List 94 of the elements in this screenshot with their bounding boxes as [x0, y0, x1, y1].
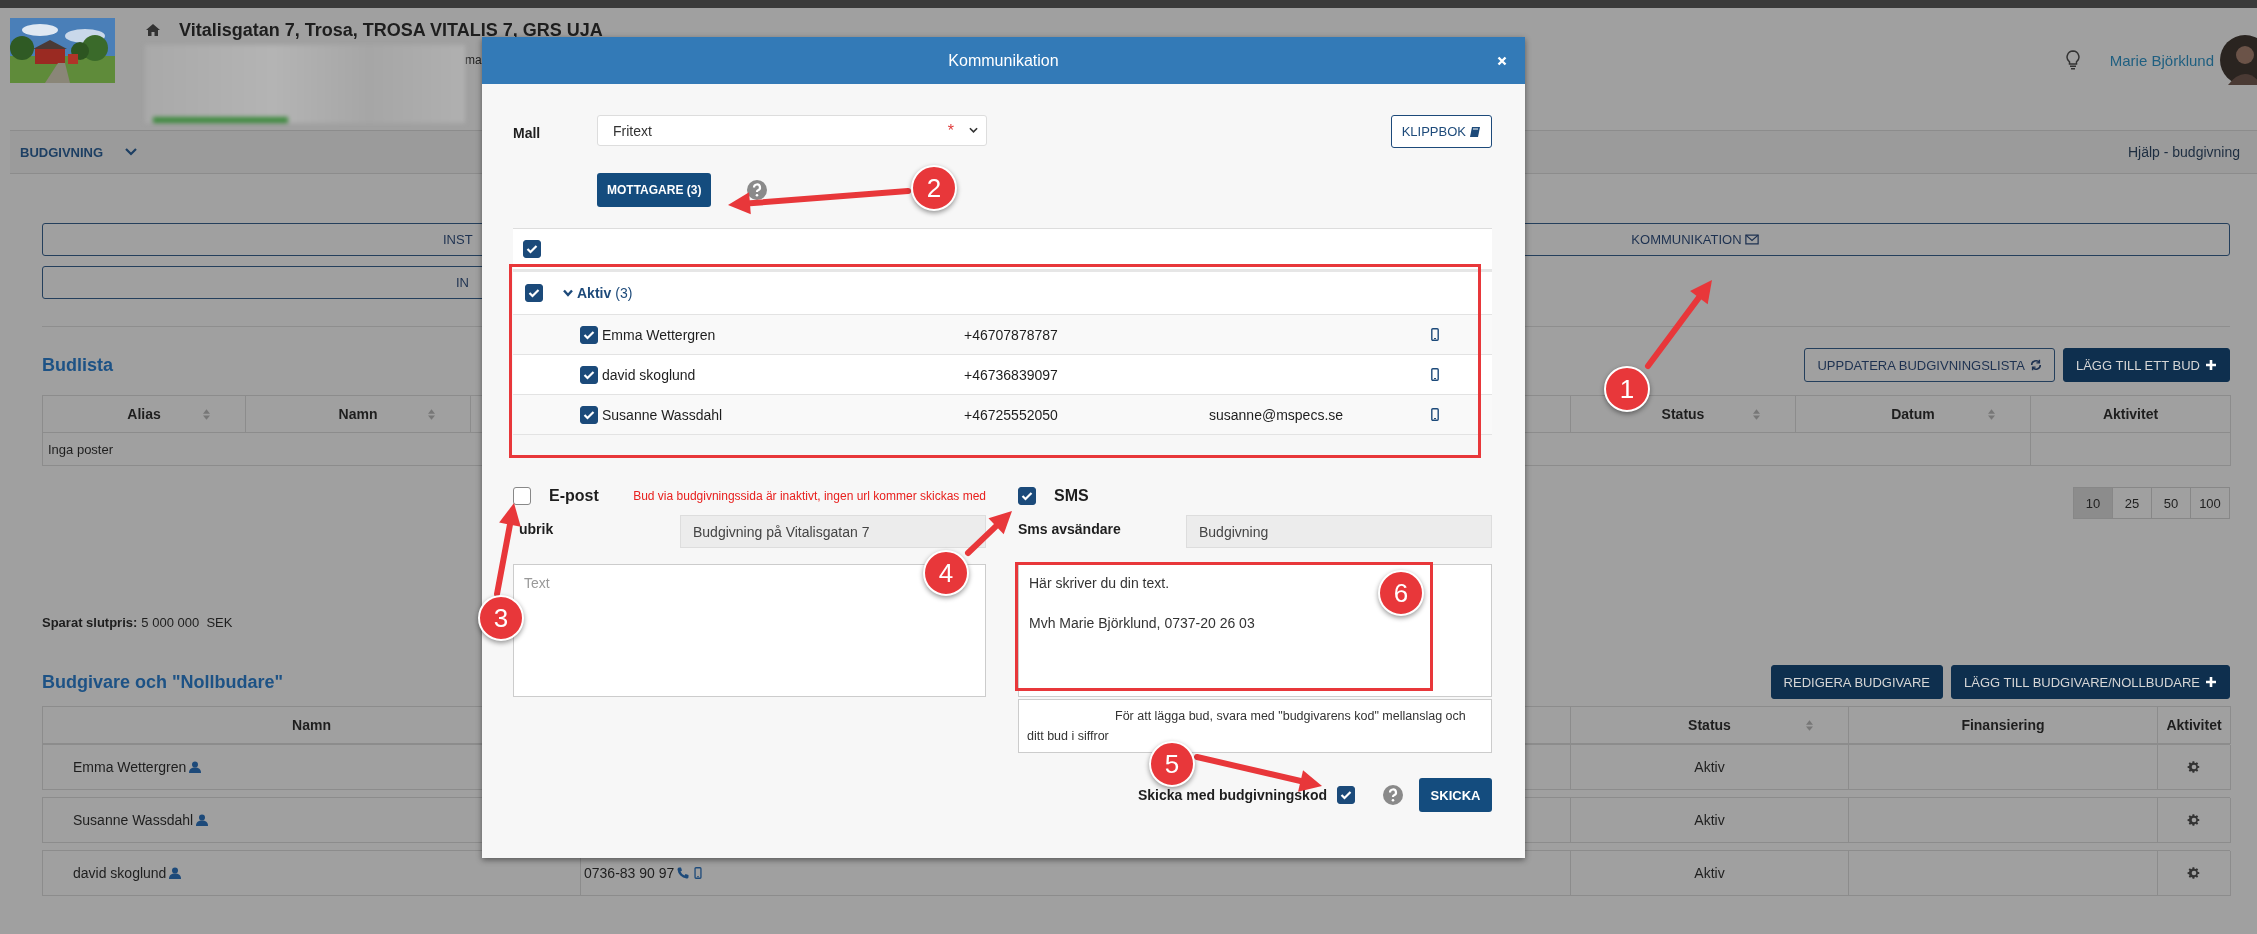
- step-number: 1: [1604, 366, 1650, 412]
- edit-bidders-button[interactable]: REDIGERA BUDGIVARE: [1770, 665, 1943, 699]
- settings-icon[interactable]: [2187, 866, 2201, 880]
- checkmark-icon: [528, 288, 540, 298]
- column-header[interactable]: Namn: [246, 395, 471, 433]
- phone-icon[interactable]: [677, 867, 690, 879]
- column-header[interactable]: Alias: [43, 395, 246, 433]
- checkmark-icon: [583, 369, 595, 380]
- checkmark-icon: [583, 409, 595, 420]
- sms-sender-field[interactable]: Budgivning: [1186, 515, 1492, 548]
- column-header[interactable]: Finansiering: [1849, 706, 2158, 744]
- checkmark-icon: [1021, 491, 1033, 501]
- avatar[interactable]: [2220, 35, 2257, 85]
- user-icon[interactable]: [189, 761, 202, 773]
- add-bid-button[interactable]: LÄGG TILL ETT BUD: [2062, 348, 2230, 382]
- plus-icon: [2205, 359, 2217, 371]
- refresh-icon: [2029, 359, 2042, 371]
- status-cell: Aktiv: [1571, 798, 1849, 843]
- checkbox[interactable]: [513, 487, 531, 505]
- status-cell: Aktiv: [1571, 851, 1849, 896]
- page-size-button[interactable]: 50: [2151, 487, 2191, 519]
- add-bidder-button[interactable]: LÄGG TILL BUDGIVARE/NOLLBUDARE: [1951, 665, 2230, 699]
- warning-text: Bud via budgivningssida är inaktivt, ingen url kommer skickas med: [633, 489, 986, 503]
- help-link[interactable]: Hjälp - budgivning: [2127, 144, 2240, 160]
- checkbox[interactable]: [580, 325, 598, 344]
- help-icon[interactable]: [747, 180, 768, 200]
- help-icon[interactable]: [1383, 785, 1403, 805]
- bidder-name: david skoglund: [73, 865, 167, 881]
- column-header[interactable]: Aktivitet: [2031, 395, 2231, 433]
- sms-footer-field[interactable]: För att lägga bud, svara med "budgivarens kod" mellanslag och ditt bud i siffror: [1018, 699, 1492, 753]
- envelope-icon: [1744, 234, 1759, 245]
- checkbox[interactable]: [1018, 487, 1036, 505]
- page-size-button[interactable]: 25: [2112, 487, 2152, 519]
- recipients-button[interactable]: MOTTAGARE (3): [597, 173, 712, 207]
- user-icon[interactable]: [196, 814, 209, 826]
- final-price-label: Sparat slutpris:: [42, 615, 138, 630]
- settings-icon[interactable]: [2187, 760, 2201, 774]
- arrow: [965, 511, 1012, 556]
- subject-field[interactable]: Budgivning på Vitalisgatan 7: [680, 515, 986, 548]
- status-cell: Aktiv: [1571, 745, 1849, 790]
- recipient-name: Emma Wettergren: [602, 326, 717, 343]
- budgivning-menu[interactable]: BUDGIVNING: [20, 144, 104, 160]
- recipient-name: david skoglund: [602, 366, 697, 383]
- recipient-phone: +46736839097: [964, 366, 1059, 383]
- bidder-name: Emma Wettergren: [73, 759, 187, 775]
- recipient-phone: +46707878787: [964, 326, 1059, 343]
- recipient-name: Susanne Wassdahl: [602, 406, 724, 423]
- chevron-down-icon[interactable]: [125, 148, 138, 156]
- close-icon[interactable]: [1497, 55, 1507, 66]
- template-label: Mall: [513, 125, 542, 141]
- section-title: Budlista: [42, 354, 113, 376]
- chevron-down-icon[interactable]: [563, 288, 573, 298]
- user-icon[interactable]: [169, 867, 182, 879]
- refresh-list-button[interactable]: UPPDATERA BUDGIVNINGSLISTA: [1804, 348, 2055, 382]
- checkmark-icon: [1340, 790, 1352, 800]
- clipboard-button[interactable]: KLIPPBOK: [1390, 115, 1492, 148]
- page-size-button[interactable]: 100: [2190, 487, 2230, 519]
- bidder-name: Susanne Wassdahl: [73, 812, 194, 828]
- section-title: Budgivare och "Nollbudare": [42, 671, 284, 693]
- group-count: (3): [615, 285, 633, 301]
- book-icon: [1469, 125, 1481, 138]
- plus-icon: [2205, 676, 2217, 688]
- settings-icon[interactable]: [2187, 813, 2201, 827]
- send-button[interactable]: SKICKA: [1419, 778, 1492, 812]
- checkbox[interactable]: [525, 284, 543, 302]
- bidder-phone: 0736-83 90 97: [584, 865, 675, 881]
- column-header[interactable]: Datum: [1796, 395, 2031, 433]
- column-header[interactable]: Aktivitet: [2158, 706, 2231, 744]
- sms-sender-label: Sms avsändare: [1018, 521, 1121, 537]
- template-select[interactable]: Fritext *: [597, 115, 987, 146]
- send-code-label: Skicka med budgivningskod: [1137, 787, 1327, 803]
- mobile-icon[interactable]: [1431, 408, 1439, 421]
- checkbox[interactable]: [1337, 786, 1355, 804]
- checkbox[interactable]: [523, 240, 541, 258]
- mobile-icon[interactable]: [1431, 368, 1439, 381]
- mobile-icon[interactable]: [1431, 328, 1439, 341]
- subject-label: ubrik: [519, 521, 554, 537]
- checkmark-icon: [583, 329, 595, 340]
- recipient-phone: +46725552050: [964, 406, 1059, 423]
- caret-icon: [969, 127, 978, 134]
- recipient-email: susanne@mspecs.se: [1209, 406, 1344, 423]
- email-label: E-post: [549, 487, 599, 505]
- home-icon[interactable]: [145, 23, 161, 37]
- lightbulb-icon[interactable]: [2065, 50, 2080, 70]
- checkmark-icon: [526, 244, 538, 254]
- sms-label: SMS: [1054, 487, 1089, 505]
- checkbox[interactable]: [580, 365, 598, 384]
- page-size-button[interactable]: 10: [2073, 487, 2113, 519]
- header-text: ma: [465, 53, 482, 69]
- final-price-value: 5 000 000 SEK: [141, 615, 233, 630]
- dialog-title: Kommunikation: [948, 51, 1059, 70]
- checkbox[interactable]: [580, 405, 598, 424]
- column-header[interactable]: Status: [1571, 706, 1849, 744]
- group-name[interactable]: Aktiv: [577, 285, 612, 301]
